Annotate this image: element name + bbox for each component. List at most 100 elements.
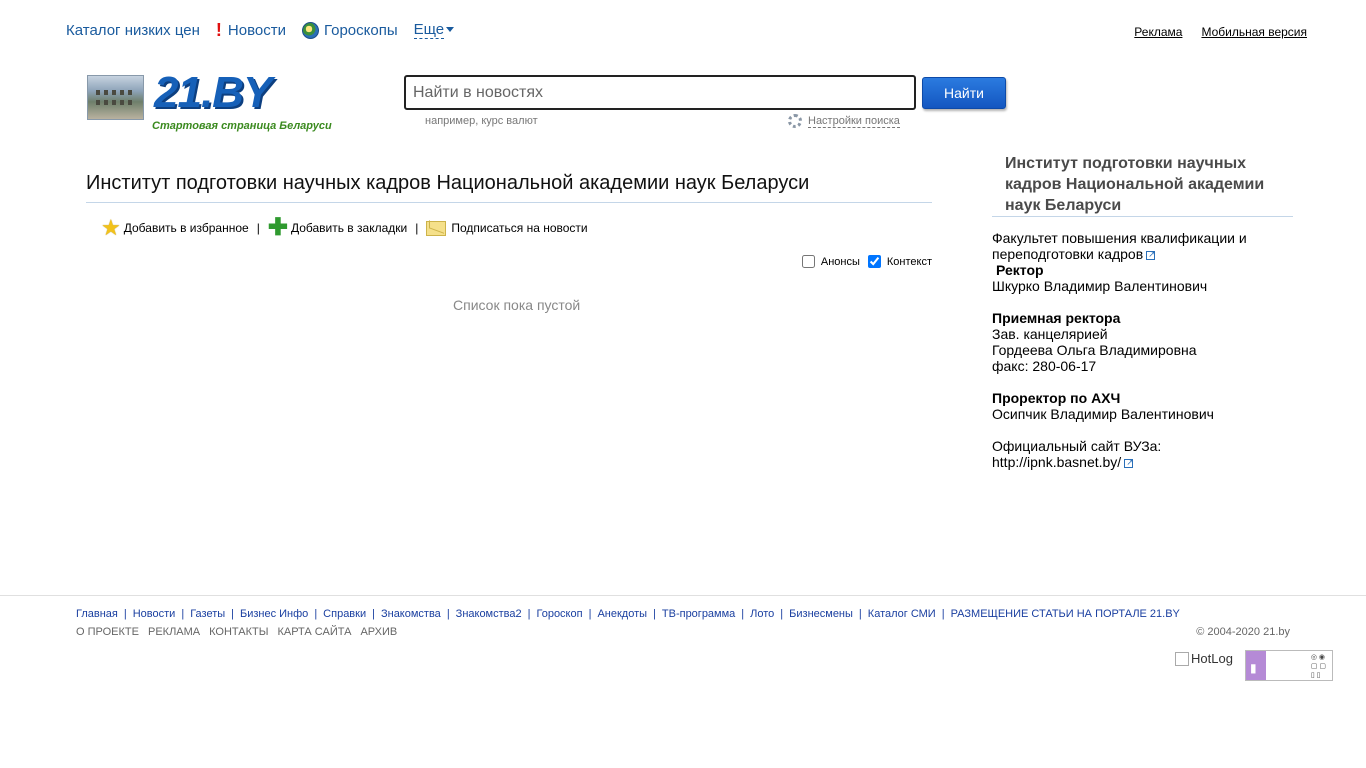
logo-building-image[interactable] [87,75,144,120]
rector-label: Ректор [996,262,1044,278]
footer-link[interactable]: Справки [323,608,366,620]
separator: | [415,221,419,235]
logo-subtitle: Стартовая страница Беларуси [152,120,332,132]
footer-separator: | [741,608,745,620]
reception-fax: факс: 280-06-17 [992,358,1097,374]
footer-link[interactable]: Главная [76,608,118,620]
footer-separator: | [446,608,450,620]
subscribe-button[interactable]: Подписаться на новости [426,220,588,236]
title-divider [86,202,932,203]
footer-link[interactable]: РАЗМЕЩЕНИЕ СТАТЬИ НА ПОРТАЛЕ 21.BY [951,608,1180,620]
separator: | [256,221,260,235]
footer-separator: | [527,608,531,620]
footer-link[interactable]: Знакомства2 [456,608,522,620]
nav-more-dropdown[interactable]: Еще [413,21,455,39]
prorector-label: Проректор по АХЧ [992,390,1121,406]
sidebar-info: Факультет повышения квалификации и переп… [992,230,1292,486]
footer-secondary-link[interactable]: КАРТА САЙТА [277,626,351,638]
footer-separator: | [314,608,318,620]
add-to-favorites-label: Добавить в избранное [123,221,249,235]
footer-link[interactable]: Лото [750,608,774,620]
footer-separator: | [123,608,127,620]
footer-link[interactable]: Газеты [190,608,225,620]
footer-separator: | [181,608,185,620]
nav-news-link[interactable]: Новости [228,22,286,39]
site-logo[interactable]: 21.BY [154,71,272,115]
search-settings-label: Настройки поиска [808,114,900,128]
mobile-version-link[interactable]: Мобильная версия [1201,25,1307,39]
footer-separator: | [588,608,592,620]
top-nav: Каталог низких цен ! Новости Гороскопы Е… [66,21,470,39]
empty-list-message: Список пока пустой [453,297,581,313]
footer-separator: | [858,608,862,620]
ads-link[interactable]: Реклама [1134,25,1182,39]
sidebar-title: Институт подготовки научных кадров Нацио… [1005,155,1265,214]
search-hint: например, курс валют [425,115,538,127]
nav-horoscopes-link[interactable]: Гороскопы [324,22,398,39]
footer-secondary-link[interactable]: О ПРОЕКТЕ [76,626,139,638]
hotlog-counter-image[interactable]: HotLog [1175,651,1233,666]
add-to-bookmarks-label: Добавить в закладки [290,221,408,235]
site-label: Официальный сайт ВУЗа: [992,438,1162,454]
footer-link[interactable]: Анекдоты [597,608,647,620]
external-link-icon [1146,246,1156,262]
faculty-link[interactable]: Факультет повышения квалификации и переп… [992,230,1247,262]
reception-role: Зав. канцелярией [992,326,1108,342]
footer-link[interactable]: Бизнесмены [789,608,853,620]
reception-name: Гордеева Ольга Владимировна [992,342,1197,358]
footer-link[interactable]: Гороскоп [536,608,582,620]
footer-link[interactable]: Каталог СМИ [868,608,936,620]
bar-chart-icon: ▮ [1250,661,1257,675]
footer-link[interactable]: ТВ-программа [662,608,735,620]
official-site-link[interactable]: http://ipnk.basnet.by/ [992,454,1121,470]
announcements-checkbox[interactable] [801,255,815,268]
footer-separator: | [372,608,375,620]
add-to-favorites-button[interactable]: ★ Добавить в избранное [101,217,249,239]
reception-label: Приемная ректора [992,310,1121,326]
footer-secondary-link[interactable]: КОНТАКТЫ [209,626,268,638]
footer-divider [0,595,1366,596]
rector-name: Шкурко Владимир Валентинович [992,278,1208,294]
external-link-icon [1124,454,1134,470]
search-button[interactable]: Найти [922,77,1006,109]
copyright: © 2004-2020 21.by [1196,626,1290,638]
footer-link[interactable]: Новости [133,608,176,620]
footer-separator: | [941,608,945,620]
exclamation-icon: ! [215,20,222,40]
plus-icon: ✚ [267,214,288,241]
footer-links: Главная | Новости | Газеты | Бизнес Инфо | Справ… [76,608,1180,620]
globe-icon [301,21,319,39]
footer-secondary-links: О ПРОЕКТЕ РЕКЛАМА КОНТАКТЫ КАРТА САЙТА АРХИВ [76,626,397,638]
footer-secondary-link[interactable]: РЕКЛАМА [148,626,200,638]
context-label: Контекст [886,255,932,268]
action-bar: ★ Добавить в избранное | ✚ Добавить в за… [101,216,588,240]
announcements-label: Анонсы [820,255,860,268]
add-to-bookmarks-button[interactable]: ✚ Добавить в закладки [268,216,407,240]
hotlog-alt-text: HotLog [1191,651,1233,666]
footer-link[interactable]: Знакомства [381,608,441,620]
nav-more-label: Еще [413,21,445,39]
sidebar-divider [992,216,1293,217]
gear-icon [788,114,802,128]
star-icon: ★ [101,215,121,240]
prorector-name: Осипчик Владимир Валентинович [992,406,1214,422]
footer-separator: | [653,608,656,620]
footer-link[interactable]: Бизнес Инфо [240,608,308,620]
counter-icons: ◎ ◉ ▢ ▢ ▯ ▯ [1310,654,1326,679]
footer-secondary-link[interactable]: АРХИВ [360,626,397,638]
search-input[interactable] [404,75,916,110]
caret-down-icon [446,26,455,32]
search-settings-link[interactable]: Настройки поиска [788,114,900,128]
stats-counter-widget[interactable]: ▮ ◎ ◉ ▢ ▢ ▯ ▯ [1245,650,1333,681]
faculty-text: Факультет повышения квалификации и переп… [992,230,1292,262]
nav-catalog-link[interactable]: Каталог низких цен [66,22,200,39]
broken-image-icon [1175,651,1189,666]
footer-separator: | [780,608,784,620]
footer-separator: | [231,608,234,620]
subscribe-label: Подписаться на новости [451,221,588,235]
context-checkbox[interactable] [867,255,881,268]
envelope-icon [426,220,447,236]
top-right-links: Реклама Мобильная версия [1134,25,1307,39]
page-title: Институт подготовки научных кадров Нацио… [86,172,810,194]
filters: Анонсы Контекст [801,255,932,268]
